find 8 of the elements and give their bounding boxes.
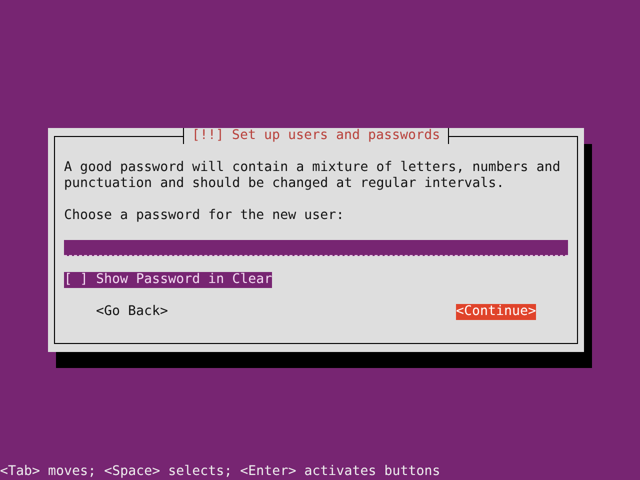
- intro-text: A good password will contain a mixture of letters, numbers and punctuation and should be changed at regular intervals.: [64, 160, 562, 192]
- back-button[interactable]: <Go Back>: [96, 304, 168, 320]
- prompt-label: Choose a password for the new user:: [64, 208, 346, 224]
- dialog-title: [!!] Set up users and passwords: [182, 128, 450, 144]
- password-field[interactable]: [64, 240, 568, 256]
- help-line: <Tab> moves; <Space> selects; <Enter> activates buttons: [0, 464, 442, 480]
- continue-button[interactable]: <Continue>: [456, 304, 536, 320]
- show-password-checkbox[interactable]: [ ] Show Password in Clear: [64, 272, 272, 288]
